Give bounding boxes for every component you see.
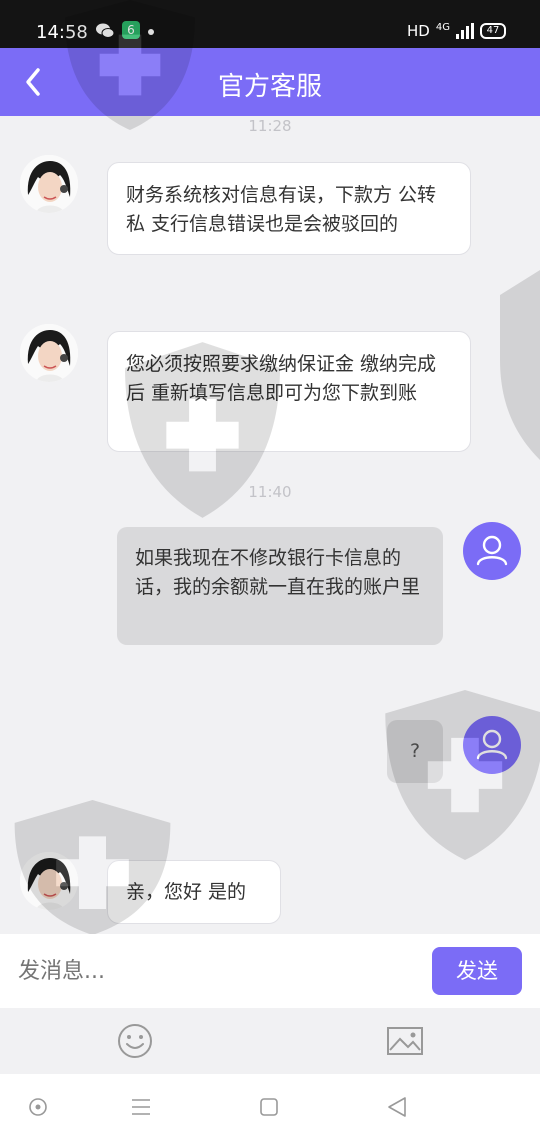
watermark-shield-icon	[500, 270, 540, 460]
attachment-toolbar	[0, 1008, 540, 1074]
back-triangle-icon[interactable]	[386, 1096, 408, 1118]
image-icon[interactable]	[387, 1025, 423, 1057]
user-icon	[476, 729, 508, 760]
hd-indicator: HD	[407, 22, 430, 40]
chat-header: 官方客服	[0, 48, 540, 116]
menu-icon[interactable]	[131, 1098, 151, 1116]
agent-message-bubble[interactable]: 亲，您好 是的	[107, 860, 281, 924]
status-indicators: HD 4G 47	[407, 22, 506, 40]
my-message-bubble[interactable]: ?	[387, 720, 443, 783]
my-message-bubble[interactable]: 如果我现在不修改银行卡信息的话，我的余额就一直在我的账户里	[117, 527, 443, 645]
agent-message-bubble[interactable]: 您必须按照要求缴纳保证金 缴纳完成后 重新填写信息即可为您下款到账	[107, 331, 471, 452]
wechat-icon	[96, 23, 115, 38]
circle-dot-icon[interactable]	[28, 1097, 48, 1117]
status-bar: 14:58 6 HD 4G 47	[0, 0, 540, 48]
battery-icon: 47	[480, 23, 506, 39]
agent-portrait-icon	[20, 155, 78, 213]
timestamp: 11:28	[248, 117, 292, 135]
my-avatar[interactable]	[463, 716, 521, 774]
agent-avatar[interactable]	[20, 324, 78, 382]
app-notification-icon: 6	[122, 21, 140, 39]
user-icon	[476, 535, 508, 566]
my-avatar[interactable]	[463, 522, 521, 580]
system-navigation-bar	[0, 1074, 540, 1140]
more-notifications-dot	[148, 29, 154, 35]
agent-message-bubble[interactable]: 财务系统核对信息有误，下款方 公转私 支行信息错误也是会被驳回的	[107, 162, 471, 255]
agent-portrait-icon	[20, 852, 78, 910]
emoji-icon[interactable]	[117, 1023, 153, 1059]
timestamp: 11:40	[248, 483, 292, 501]
page-title: 官方客服	[217, 72, 322, 102]
home-square-icon[interactable]	[259, 1097, 279, 1117]
status-time: 14:58	[36, 22, 88, 43]
agent-avatar[interactable]	[20, 155, 78, 213]
agent-portrait-icon	[20, 324, 78, 382]
message-input[interactable]	[18, 954, 398, 988]
send-button[interactable]: 发送	[432, 947, 522, 995]
network-type: 4G	[435, 21, 450, 33]
signal-icon	[456, 23, 474, 39]
agent-avatar[interactable]	[20, 852, 78, 910]
message-input-bar: 发送	[0, 934, 540, 1008]
